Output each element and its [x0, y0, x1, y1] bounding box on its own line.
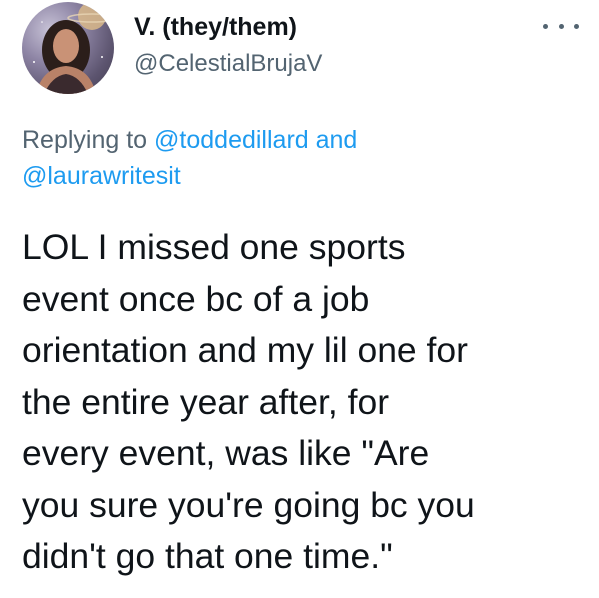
replying-to-joiner: and [308, 126, 358, 154]
mention-link-laurawritesit[interactable]: @laurawritesit [22, 162, 181, 190]
more-horizontal-icon [558, 23, 564, 29]
more-horizontal-icon [574, 23, 579, 29]
user-handle[interactable]: @CelestialBrujaV [134, 50, 322, 78]
replying-to: Replying to @toddedillard and @laurawrite… [22, 122, 582, 194]
avatar[interactable] [22, 2, 114, 94]
tweet-text: LOL I missed one sports event once bc of… [22, 227, 475, 576]
avatar-image [33, 2, 114, 94]
more-options-button[interactable] [543, 16, 579, 36]
tweet: V. (they/them) @CelestialBrujaV Replying… [0, 0, 599, 598]
replying-to-label: Replying to [22, 126, 155, 154]
more-horizontal-icon [543, 23, 548, 29]
display-name[interactable]: V. (they/them) [134, 13, 297, 42]
mention-link-toddedillard[interactable]: @toddedillard [154, 126, 309, 154]
